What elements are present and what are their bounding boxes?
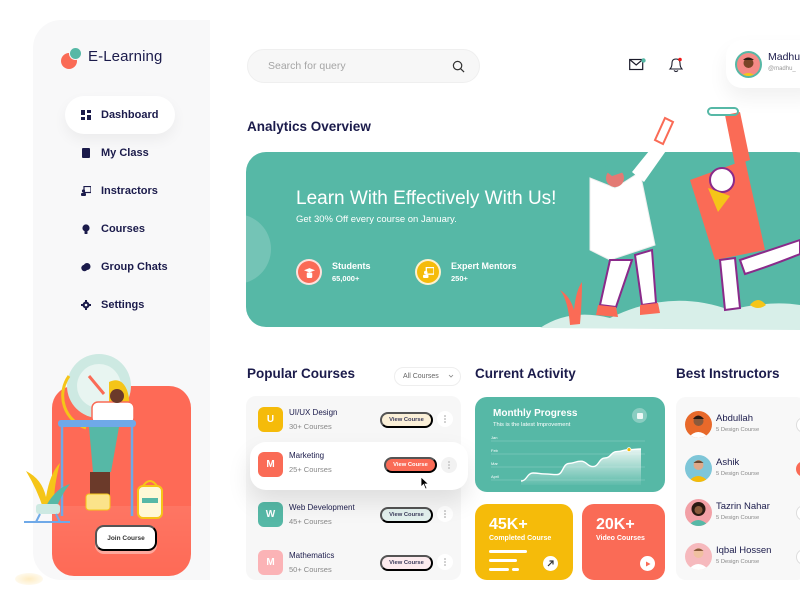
sidebar-item-dashboard[interactable]: Dashboard xyxy=(65,96,175,134)
chart-title: Monthly Progress xyxy=(493,408,578,419)
course-badge: M xyxy=(258,452,283,477)
sidebar-item-instractors[interactable]: Instractors xyxy=(65,172,175,210)
sidebar-item-my-class[interactable]: My Class xyxy=(65,134,175,172)
mentor-icon xyxy=(415,259,441,285)
sidebar-nav: Dashboard My Class Instractors Courses G… xyxy=(65,96,175,324)
search-icon[interactable] xyxy=(452,60,465,73)
video-label: Video Courses xyxy=(596,535,645,542)
view-course-button[interactable]: View Course xyxy=(380,555,433,571)
instructor-avatar xyxy=(685,543,712,570)
course-badge: M xyxy=(258,550,283,575)
chart-subtitle: This is the latest Improvement xyxy=(493,422,571,428)
chevron-down-icon xyxy=(448,374,454,378)
instructor-row[interactable]: Abdullah 5 Design Course xyxy=(676,405,800,449)
sidebar-item-label: Settings xyxy=(101,299,145,311)
course-row-marketing[interactable]: M Marketing 25+ Courses View Course xyxy=(250,442,468,490)
user-handle: @madhu_ xyxy=(768,66,796,72)
play-icon[interactable] xyxy=(640,556,655,571)
promo-card: Join Course xyxy=(52,386,191,576)
instructor-row[interactable]: Tazrin Nahar 5 Design Course xyxy=(676,493,800,537)
stat-students: Students 65,000+ xyxy=(296,259,371,285)
course-badge: W xyxy=(258,502,283,527)
mouse-cursor xyxy=(420,476,430,490)
banner-title: Learn With Effectively With Us! xyxy=(296,188,557,209)
instructor-action-button[interactable] xyxy=(796,505,800,521)
view-course-button[interactable]: View Course xyxy=(380,412,433,428)
instructor-action-button[interactable] xyxy=(796,549,800,565)
instructor-row[interactable]: Iqbal Hossen 5 Design Course xyxy=(676,537,800,581)
logo-icon xyxy=(61,47,85,71)
search-bar[interactable] xyxy=(247,49,480,83)
brand-name: E-Learning xyxy=(88,48,163,65)
popular-courses-title: Popular Courses xyxy=(247,366,356,381)
mail-icon[interactable] xyxy=(629,58,646,71)
video-courses-card: 20K+ Video Courses xyxy=(582,504,665,580)
chat-icon xyxy=(81,262,91,272)
stat-expert-mentors: Expert Mentors 250+ xyxy=(415,259,517,285)
sidebar-item-label: My Class xyxy=(101,147,149,159)
more-options-icon[interactable] xyxy=(437,506,453,522)
bell-icon[interactable] xyxy=(667,57,683,73)
instructor-row[interactable]: Ashik 5 Design Course xyxy=(676,449,800,493)
course-row-web-development[interactable]: W Web Development 45+ Courses View Cours… xyxy=(246,494,461,540)
sidebar-item-courses[interactable]: Courses xyxy=(65,210,175,248)
data-point xyxy=(626,447,632,453)
view-course-button[interactable]: View Course xyxy=(380,507,433,523)
graduate-icon xyxy=(296,259,322,285)
course-badge: U xyxy=(258,407,283,432)
sidebar-item-settings[interactable]: Settings xyxy=(65,286,175,324)
sidebar-item-label: Group Chats xyxy=(101,261,168,273)
current-activity-title: Current Activity xyxy=(475,366,576,381)
y-tick-label: April xyxy=(491,474,499,479)
instructors-list: Abdullah 5 Design Course Ashik 5 Design … xyxy=(676,397,800,580)
instructor-avatar xyxy=(685,499,712,526)
more-options-icon[interactable] xyxy=(437,411,453,427)
presentation-icon xyxy=(81,186,91,196)
instructor-action-button[interactable] xyxy=(796,461,800,477)
instructor-avatar xyxy=(685,455,712,482)
instructor-action-button[interactable] xyxy=(796,417,800,433)
course-row-uiux[interactable]: U UI/UX Design 30+ Courses View Course xyxy=(246,399,461,445)
calendar-icon[interactable] xyxy=(632,408,647,423)
lightbulb-icon xyxy=(81,224,91,234)
sidebar-item-label: Courses xyxy=(101,223,146,235)
video-count: 20K+ xyxy=(596,516,635,533)
y-tick-label: Feb xyxy=(491,448,499,453)
completed-course-card: 45K+ Completed Course xyxy=(475,504,573,580)
book-icon xyxy=(81,148,91,158)
analytics-title: Analytics Overview xyxy=(247,119,371,134)
banner-subtitle: Get 30% Off every course on January. xyxy=(296,214,457,225)
gear-icon xyxy=(81,300,91,310)
sidebar-item-label: Dashboard xyxy=(101,109,159,121)
more-options-icon[interactable] xyxy=(441,457,457,473)
best-instructors-title: Best Instructors xyxy=(676,366,780,381)
course-row-mathematics[interactable]: M Mathematics 50+ Courses View Course xyxy=(246,542,461,588)
y-tick-label: Jan xyxy=(491,435,497,440)
courses-filter-dropdown[interactable]: All Courses xyxy=(394,367,461,386)
sidebar-item-group-chats[interactable]: Group Chats xyxy=(65,248,175,286)
avatar xyxy=(735,51,762,78)
promo-banner: Learn With Effectively With Us! Get 30% … xyxy=(246,152,800,327)
sidebar-item-label: Instractors xyxy=(101,185,158,197)
join-course-button[interactable]: Join Course xyxy=(95,525,157,551)
y-tick-label: Mar xyxy=(491,461,499,466)
view-course-button[interactable]: View Course xyxy=(384,457,437,473)
user-name: Madhu xyxy=(768,51,800,63)
completed-count: 45K+ xyxy=(489,516,528,533)
more-options-icon[interactable] xyxy=(437,554,453,570)
dashboard-icon xyxy=(81,110,91,120)
monthly-progress-card: Jan Feb Mar April Monthly Progress This is … xyxy=(475,397,665,492)
instructor-avatar xyxy=(685,411,712,438)
user-profile[interactable]: Madhu @madhu_ xyxy=(726,40,800,88)
search-input[interactable] xyxy=(268,60,438,72)
arrow-up-right-icon[interactable] xyxy=(543,556,558,571)
completed-label: Completed Course xyxy=(489,535,552,542)
sidebar: E-Learning Dashboard My Class Instractor… xyxy=(33,20,210,580)
